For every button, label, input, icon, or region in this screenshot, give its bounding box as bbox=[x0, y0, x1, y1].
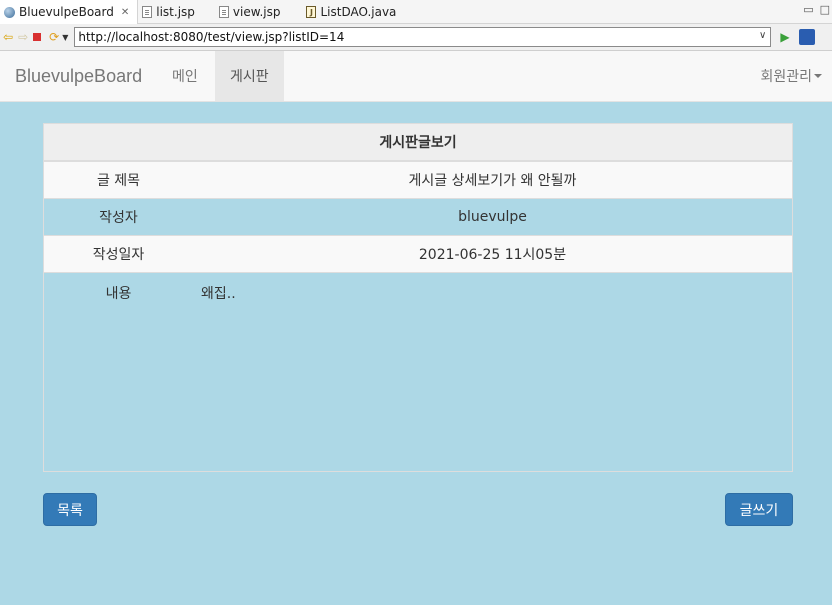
browser-toolbar: ⇦ ⇨ ⟳ ▼ http://localhost:8080/test/view.… bbox=[0, 24, 832, 51]
maximize-icon[interactable]: □ bbox=[820, 3, 830, 16]
list-button[interactable]: 목록 bbox=[43, 493, 97, 526]
content-text: 왜집.. bbox=[201, 286, 236, 302]
write-button[interactable]: 글쓰기 bbox=[725, 493, 793, 526]
content-label: 내용 bbox=[105, 286, 132, 302]
window-controls: ▭ □ bbox=[803, 3, 830, 16]
board-view-table: 게시판글보기 글 제목 게시글 상세보기가 왜 안될까 작성자 bluevulp… bbox=[43, 123, 793, 472]
caret-down-icon bbox=[814, 74, 822, 78]
tab-label: view.jsp bbox=[232, 5, 281, 19]
member-menu-dropdown[interactable]: 회원관리 bbox=[760, 51, 822, 101]
close-icon[interactable]: ✕ bbox=[121, 7, 129, 18]
open-external-browser-icon[interactable] bbox=[798, 29, 815, 45]
date-value: 2021-06-25 11시05분 bbox=[418, 247, 567, 263]
author-label: 작성자 bbox=[99, 210, 138, 226]
nav-item-board[interactable]: 게시판 bbox=[215, 51, 284, 101]
globe-icon bbox=[4, 6, 15, 18]
tab-label: ListDAO.java bbox=[320, 5, 397, 19]
go-icon[interactable]: ▶ bbox=[780, 30, 789, 44]
member-menu-label: 회원관리 bbox=[760, 69, 812, 85]
title-value: 게시글 상세보기가 왜 안될까 bbox=[408, 173, 577, 189]
write-button-label: 글쓰기 bbox=[739, 502, 779, 519]
jsp-file-icon bbox=[142, 6, 153, 18]
refresh-icon[interactable]: ⟳ bbox=[49, 31, 59, 43]
author-row: 작성자 bluevulpe bbox=[44, 199, 792, 236]
site-navbar: BluevulpeBoard 메인 게시판 회원관리 bbox=[0, 51, 832, 102]
board-heading-text: 게시판글보기 bbox=[379, 135, 457, 151]
minimize-icon[interactable]: ▭ bbox=[803, 3, 813, 16]
forward-arrow-icon[interactable]: ⇨ bbox=[18, 31, 28, 43]
url-input[interactable]: http://localhost:8080/test/view.jsp?list… bbox=[74, 27, 772, 47]
date-row: 작성일자 2021-06-25 11시05분 bbox=[44, 236, 792, 273]
tab-label: list.jsp bbox=[156, 5, 195, 19]
url-history-dropdown-icon[interactable]: ∨ bbox=[759, 30, 766, 41]
date-label: 작성일자 bbox=[92, 247, 145, 263]
nav-item-label: 게시판 bbox=[230, 69, 269, 85]
tab-view-jsp[interactable]: view.jsp bbox=[215, 0, 289, 24]
title-label: 글 제목 bbox=[96, 173, 141, 189]
tab-list-jsp[interactable]: list.jsp bbox=[138, 0, 203, 24]
nav-item-main[interactable]: 메인 bbox=[157, 51, 213, 101]
board-heading: 게시판글보기 bbox=[44, 124, 792, 162]
java-file-icon: J bbox=[306, 6, 317, 18]
content-row: 내용 왜집.. bbox=[44, 273, 792, 303]
brand-link[interactable]: BluevulpeBoard bbox=[15, 66, 142, 87]
author-value: bluevulpe bbox=[458, 209, 527, 225]
nav-item-label: 메인 bbox=[172, 69, 198, 85]
dropdown-icon[interactable]: ▼ bbox=[62, 33, 68, 42]
tab-label: BluevulpeBoard bbox=[19, 5, 114, 19]
editor-tab-strip: BluevulpeBoard ✕ list.jsp view.jsp J Lis… bbox=[0, 0, 832, 24]
jsp-file-icon bbox=[218, 6, 229, 18]
stop-icon[interactable] bbox=[33, 33, 42, 41]
back-arrow-icon[interactable]: ⇦ bbox=[3, 31, 13, 43]
list-button-label: 목록 bbox=[57, 502, 83, 519]
tab-bluevulpeboard[interactable]: BluevulpeBoard ✕ bbox=[0, 0, 139, 24]
url-text: http://localhost:8080/test/view.jsp?list… bbox=[78, 30, 345, 44]
tab-listdao-java[interactable]: J ListDAO.java bbox=[302, 0, 404, 24]
title-row: 글 제목 게시글 상세보기가 왜 안될까 bbox=[44, 162, 792, 199]
